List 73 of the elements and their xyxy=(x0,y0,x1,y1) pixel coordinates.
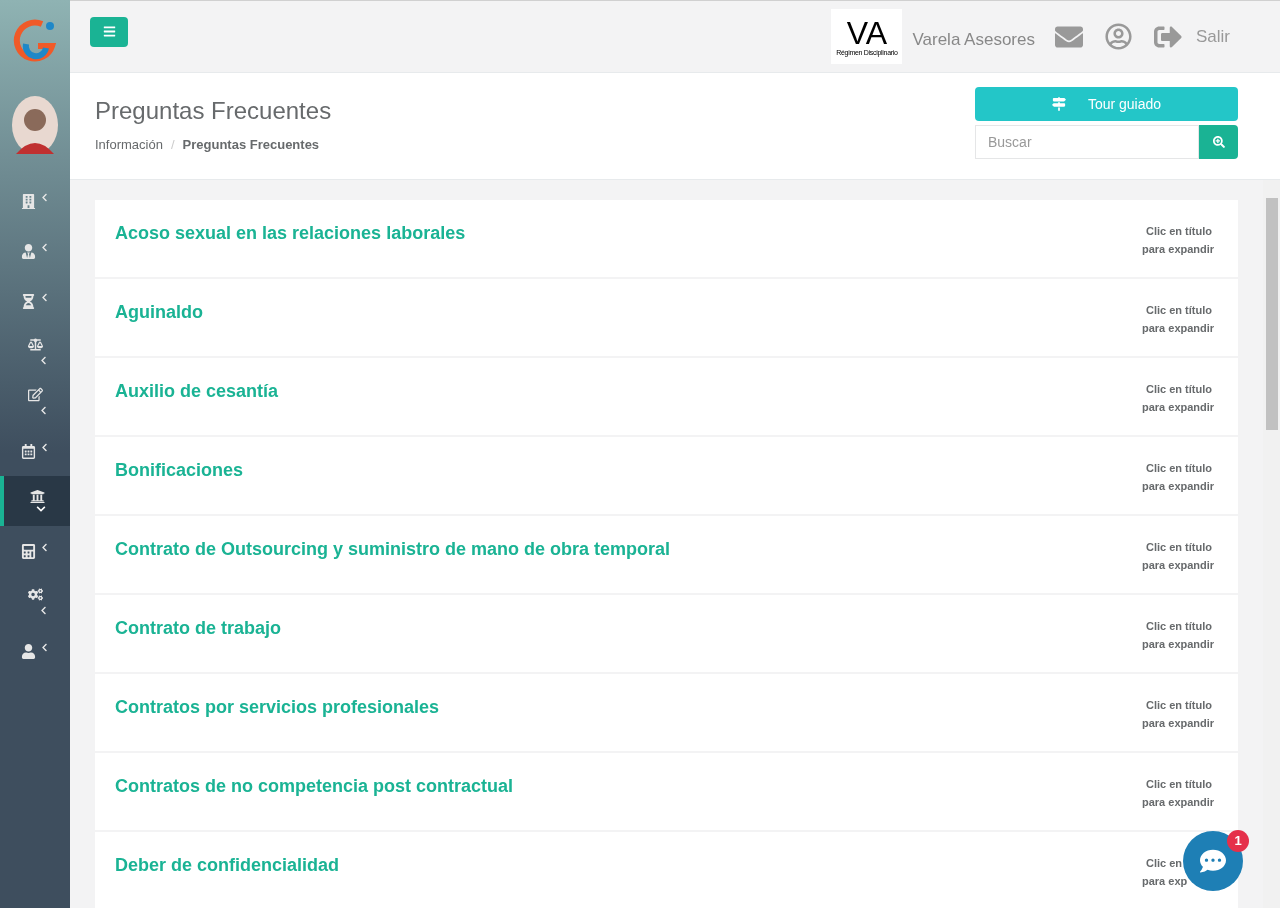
chat-icon xyxy=(1200,848,1226,874)
faq-card[interactable]: Contrato de trabajo Clic en título para expandir xyxy=(95,595,1238,672)
expand-hint: para expandir xyxy=(1142,400,1215,415)
menu-button[interactable] xyxy=(90,16,128,47)
notification-badge: 1 xyxy=(1227,830,1249,852)
search-field[interactable]: Buscar xyxy=(975,125,1199,159)
signpost-icon xyxy=(1051,97,1066,111)
scale-icon xyxy=(27,337,43,352)
faq-title: Contrato de trabajo xyxy=(115,617,281,640)
faq-title: Contratos de no competencia post contractual xyxy=(115,775,514,798)
faq-title: Bonificaciones xyxy=(115,459,244,482)
chevron-icon xyxy=(40,442,49,452)
company-name: Varela Asesores xyxy=(912,28,1035,51)
breadcrumb-item: Preguntas Frecuentes xyxy=(182,136,320,154)
faq-card[interactable]: Contratos por servicios profesionales Clic en título para expandir xyxy=(95,674,1238,751)
expand-hint: Clic en título xyxy=(1146,540,1212,555)
expand-hint: para expandir xyxy=(1142,321,1215,336)
user-tie-icon xyxy=(21,243,36,259)
chevron-icon xyxy=(38,606,48,615)
menu-icon xyxy=(102,25,116,38)
chevron-icon xyxy=(38,406,48,415)
chevron-icon xyxy=(40,642,49,652)
breadcrumb-item[interactable]: Información xyxy=(95,135,163,155)
faq-title: Aguinaldo xyxy=(115,301,203,324)
breadcrumb-separator: / xyxy=(169,136,176,154)
expand-hint: Clic en xyxy=(1146,856,1183,871)
logo-icon xyxy=(12,18,58,62)
user-icon xyxy=(21,643,36,659)
faq-title: Auxilio de cesantía xyxy=(115,380,279,403)
expand-hint: Clic en título xyxy=(1146,224,1212,239)
hourglass-icon xyxy=(21,293,36,309)
building-icon xyxy=(21,193,36,209)
search-button[interactable] xyxy=(1199,125,1238,159)
expand-hint: para expandir xyxy=(1142,795,1215,810)
faq-card[interactable]: Contratos de no competencia post contractual Clic en título para expandir xyxy=(95,753,1238,830)
expand-hint: para expandir xyxy=(1142,479,1215,494)
avatar xyxy=(12,96,58,154)
logo-text: VA xyxy=(846,16,888,49)
expand-hint: para expandir xyxy=(1142,716,1215,731)
chevron-icon xyxy=(40,542,49,552)
edit-icon xyxy=(27,387,43,402)
user-icon[interactable] xyxy=(1105,23,1132,50)
faq-card[interactable]: Bonificaciones Clic en título para expandir xyxy=(95,437,1238,514)
expand-hint: Clic en título xyxy=(1146,619,1212,634)
expand-hint: Clic en título xyxy=(1146,382,1212,397)
expand-hint: Clic en título xyxy=(1146,777,1212,792)
chevron-icon xyxy=(38,356,48,365)
expand-hint: para expandir xyxy=(1142,637,1215,652)
expand-hint: para expandir xyxy=(1142,242,1215,257)
expand-hint: para exp xyxy=(1142,874,1188,889)
faq-card[interactable]: Auxilio de cesantía Clic en título para expandir xyxy=(95,358,1238,435)
faq-title: Contratos por servicios profesionales xyxy=(115,696,440,719)
chevron-icon xyxy=(40,292,49,302)
expand-hint: para expandir xyxy=(1142,558,1215,573)
expand-hint: Clic en título xyxy=(1146,698,1212,713)
expand-hint: Clic en título xyxy=(1146,461,1212,476)
page-title: Preguntas Frecuentes xyxy=(95,96,332,126)
faq-title: Deber de confidencialidad xyxy=(115,854,340,877)
faq-title: Contrato de Outsourcing y suministro de mano de obra temporal xyxy=(115,538,671,561)
search-icon xyxy=(1212,136,1225,148)
expand-hint: Clic en título xyxy=(1146,303,1212,318)
chevron-icon xyxy=(40,192,49,202)
faq-card[interactable]: Acoso sexual en las relaciones laborales Clic en título para expandir xyxy=(95,200,1238,277)
calendar-icon xyxy=(21,443,36,459)
bank-icon xyxy=(29,488,45,504)
sidebar-item[interactable] xyxy=(0,476,70,526)
faq-title: Acoso sexual en las relaciones laborales xyxy=(115,222,466,245)
chevron-icon xyxy=(36,503,46,514)
faq-card[interactable]: Aguinaldo Clic en título para expandir xyxy=(95,279,1238,356)
faq-card[interactable]: Contrato de Outsourcing y suministro de mano de obra temporal Clic en título para expandir xyxy=(95,516,1238,593)
chevron-icon xyxy=(40,242,49,252)
calculator-icon xyxy=(21,543,36,559)
gears-icon xyxy=(27,587,43,602)
